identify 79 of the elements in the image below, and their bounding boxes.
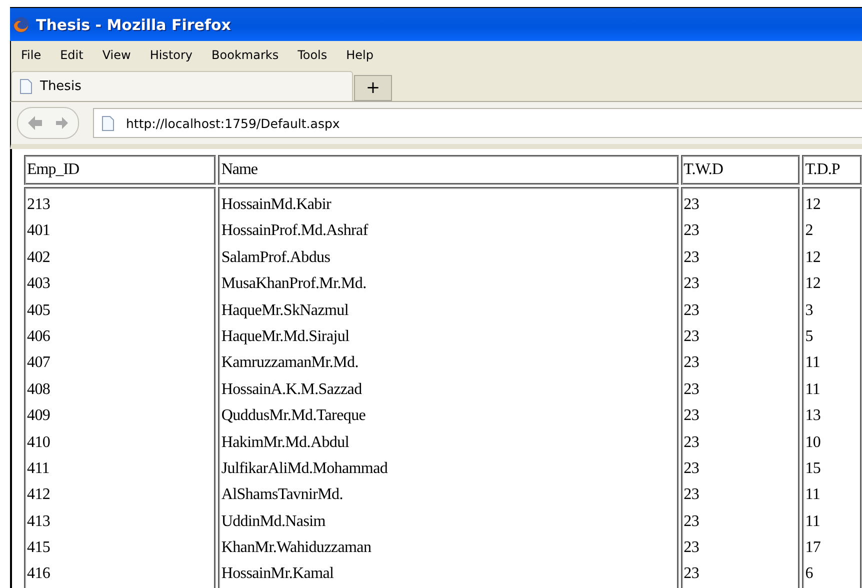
table-cell-text: 413: [26, 512, 52, 532]
table-cell-text: 6: [804, 564, 814, 584]
table-cell-text: HossainMr.Kamal: [220, 564, 335, 584]
table-cell-text: 412: [26, 485, 52, 506]
column-header: T.W.D: [680, 155, 800, 185]
menu-item[interactable]: Bookmarks: [212, 48, 279, 62]
table-cell-text: 17: [804, 538, 822, 558]
table-cell-text: HakimMr.Md.Abdul: [220, 432, 350, 453]
table-cell-text: 11: [804, 485, 822, 506]
table-cell-text: HossainA.K.M.Sazzad: [220, 380, 363, 400]
table-cell-text: 12: [804, 195, 822, 215]
menu-item[interactable]: File: [21, 48, 42, 62]
window-title: Thesis - Mozilla Firefox: [36, 16, 231, 34]
table-cell-text: 5: [804, 326, 814, 347]
table-cell-text: 406: [26, 326, 52, 347]
table-cell-text: 407: [26, 353, 52, 374]
table-cell-text: HossainProf.Md.Ashraf: [220, 221, 370, 242]
table-cell-text: 2: [804, 221, 814, 242]
back-forward-buttons[interactable]: [17, 107, 79, 139]
address-field[interactable]: http://localhost:1759/Default.aspx: [93, 108, 862, 138]
table-cell-text: 23: [682, 458, 700, 479]
table-cell-text: 12: [804, 248, 822, 268]
table-cell-text: 11: [804, 353, 822, 374]
table-cell-text: MusaKhanProf.Mr.Md.: [220, 274, 368, 294]
table-cell-text: 23: [682, 512, 700, 532]
table-cell-text: 405: [26, 300, 52, 321]
page-icon: [20, 79, 32, 94]
table-cell-text: 23: [682, 195, 700, 215]
table-cell-text: UddinMd.Nasim: [220, 512, 326, 532]
browser-tab[interactable]: Thesis: [11, 71, 353, 101]
menu-item[interactable]: Tools: [298, 48, 328, 62]
table-cell-text: 23: [682, 432, 700, 453]
table-cell-text: 23: [682, 564, 700, 584]
table-cell-text: 10: [804, 432, 822, 453]
table-cell-text: 402: [26, 248, 52, 268]
page-icon: [102, 116, 114, 130]
table-cell-text: 410: [26, 432, 52, 453]
column-header: T.D.P: [802, 155, 862, 185]
table-cell-text: 23: [682, 380, 700, 400]
table-cell-text: 23: [682, 485, 700, 506]
menu-item[interactable]: View: [102, 48, 131, 62]
table-cell-text: 11: [804, 380, 822, 400]
table-cell-text: 13: [804, 406, 822, 426]
table-cell-text: 15: [804, 458, 822, 479]
table-cell-text: 403: [26, 274, 52, 294]
column-header: Name: [218, 155, 679, 185]
table-cell-text: 23: [682, 538, 700, 558]
table-cell-text: 213: [26, 195, 52, 215]
table-cell-text: HossainMd.Kabir: [220, 195, 332, 215]
menu-item[interactable]: Edit: [60, 48, 84, 62]
table-cell-text: 23: [682, 406, 700, 426]
table-cell-text: KamruzzamanMr.Md.: [220, 353, 360, 374]
table-cell-text: HaqueMr.SkNazmul: [220, 300, 350, 321]
table-cell-text: AlShamsTavnirMd.: [220, 485, 344, 506]
table-cell-text: 411: [26, 458, 51, 479]
table-cell-text: 401: [26, 221, 52, 242]
table-cell-text: 11: [804, 512, 822, 532]
column-header: Emp_ID: [24, 155, 216, 185]
table-cell-text: 416: [26, 564, 52, 584]
menu-item[interactable]: History: [150, 48, 193, 62]
table-cell-text: 408: [26, 380, 52, 400]
table-cell-text: SalamProf.Abdus: [220, 248, 332, 268]
table-cell-text: 3: [804, 300, 814, 321]
browser-tab[interactable]: +: [354, 75, 392, 101]
table-cell-text: KhanMr.Wahiduzzaman: [220, 538, 372, 558]
table-cell-text: 23: [682, 248, 700, 268]
browser-logo-icon: [12, 16, 30, 34]
table-cell-text: 12: [804, 274, 822, 294]
menu-item[interactable]: Help: [346, 48, 374, 62]
table-cell-text: 23: [682, 326, 700, 347]
table-cell-text: 23: [682, 274, 700, 294]
table-cell-text: HaqueMr.Md.Sirajul: [220, 326, 350, 347]
table-cell-text: 23: [682, 300, 700, 321]
table-cell-text: 23: [682, 353, 700, 374]
table-cell-text: 23: [682, 221, 700, 242]
table-cell-text: 415: [26, 538, 52, 558]
table-cell-text: 409: [26, 406, 52, 426]
table-cell-text: JulfikarAliMd.Mohammad: [220, 458, 389, 479]
table-cell-text: QuddusMr.Md.Tareque: [220, 406, 367, 426]
